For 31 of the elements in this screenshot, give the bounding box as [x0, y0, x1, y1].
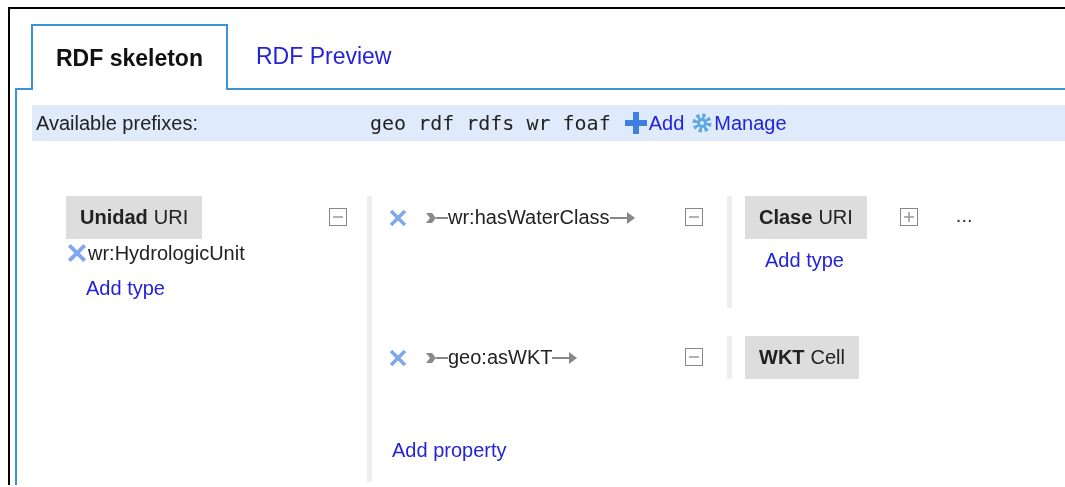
property-name[interactable]: geo:asWKT	[388, 336, 581, 379]
prefixes-label: Available prefixes:	[36, 111, 199, 135]
manage-link[interactable]: Manage	[690, 111, 787, 135]
add-prefix-link[interactable]: Add	[622, 110, 685, 136]
arrow-icon	[426, 350, 448, 365]
prefix: rdf	[418, 111, 455, 135]
node-type: wr:HydrologicUnit	[66, 239, 245, 267]
prefix: wr	[526, 111, 551, 135]
add-type-link[interactable]: Add type	[86, 277, 165, 300]
collapse-button[interactable]	[685, 208, 703, 226]
arrow-icon	[426, 210, 448, 225]
collapse-button[interactable]	[329, 208, 347, 226]
tab[interactable]: RDF Preview	[233, 24, 415, 88]
node-label[interactable]: Unidad URI	[66, 196, 203, 239]
more-indicator: ...	[955, 204, 973, 227]
collapse-button[interactable]	[685, 348, 703, 366]
remove-icon[interactable]	[388, 207, 408, 228]
prefix: geo	[370, 111, 407, 135]
property-name[interactable]: wr:hasWaterClass	[388, 196, 638, 239]
node-label[interactable]: WKT Cell	[745, 336, 859, 379]
prefix: foaf	[562, 111, 611, 135]
expand-button[interactable]	[899, 208, 918, 226]
prefix: rdfs	[466, 111, 515, 135]
tab[interactable]: RDF skeleton	[31, 24, 228, 90]
remove-icon[interactable]	[388, 347, 408, 368]
add-type-link[interactable]: Add type	[765, 249, 844, 272]
plus-icon	[901, 210, 916, 224]
add-property-link[interactable]: Add property	[392, 439, 973, 462]
remove-icon[interactable]	[66, 242, 88, 264]
node-label[interactable]: Clase URI	[745, 196, 867, 239]
plus-icon	[622, 110, 649, 136]
